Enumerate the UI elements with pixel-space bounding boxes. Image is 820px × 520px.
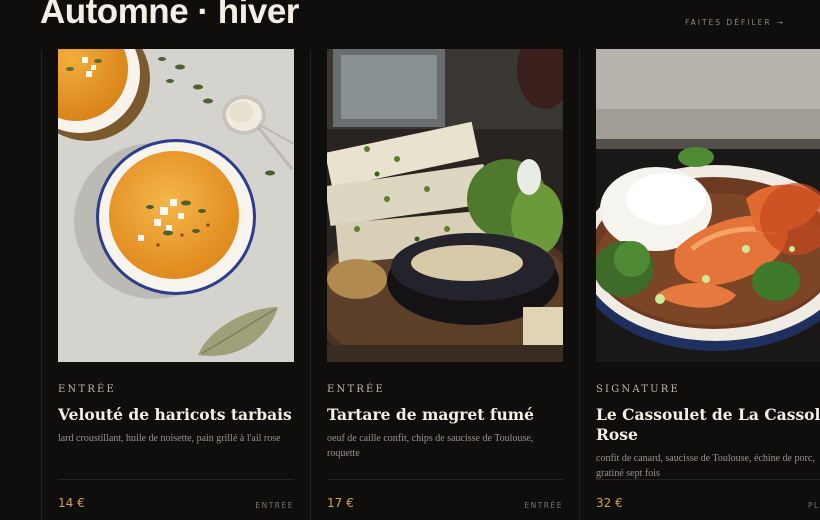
dish-price: 14 € [58,496,85,510]
dish-photo [327,49,563,362]
card-divider [58,479,294,480]
dish-price: 32 € [596,496,623,510]
course-tag: ENTRÉE [255,501,294,510]
course-tag: PLAT [807,501,820,510]
card-divider [596,479,820,480]
dish-price: 17 € [327,496,354,510]
card-divider [327,479,563,480]
dish-description: confit de canard, saucisse de Toulouse, … [596,453,815,479]
dish-card[interactable]: SIGNATURE Le Cassoulet de La Cassole Ros… [596,49,820,519]
dish-card[interactable]: ENTRÉE Velouté de haricots tarbais lard … [58,49,294,519]
menu-carousel[interactable]: ENTRÉE Velouté de haricots tarbais lard … [0,0,820,520]
column-divider [310,50,311,520]
pumpkin-soup-image [58,49,294,362]
column-divider [579,50,580,520]
dish-photo [58,49,294,362]
dish-name: Velouté de haricots tarbais [58,405,292,424]
dish-name: Tartare de magret fumé [327,405,535,424]
dish-description: oeuf de caille confit, chips de saucisse… [327,433,534,459]
course-tag: ENTRÉE [524,501,563,510]
dish-card[interactable]: ENTRÉE Tartare de magret fumé oeuf de ca… [327,49,563,519]
dish-description: lard croustillant, huile de noisette, pa… [58,433,281,444]
dish-category: ENTRÉE [327,384,386,395]
dish-category: ENTRÉE [58,384,117,395]
grilled-fish-image [327,49,563,362]
dish-category: SIGNATURE [596,384,680,395]
column-divider [41,50,42,520]
dish-name: Le Cassoulet de La Cassole Rose [596,405,820,444]
dish-photo [596,49,820,362]
shrimp-stew-image [596,49,820,362]
